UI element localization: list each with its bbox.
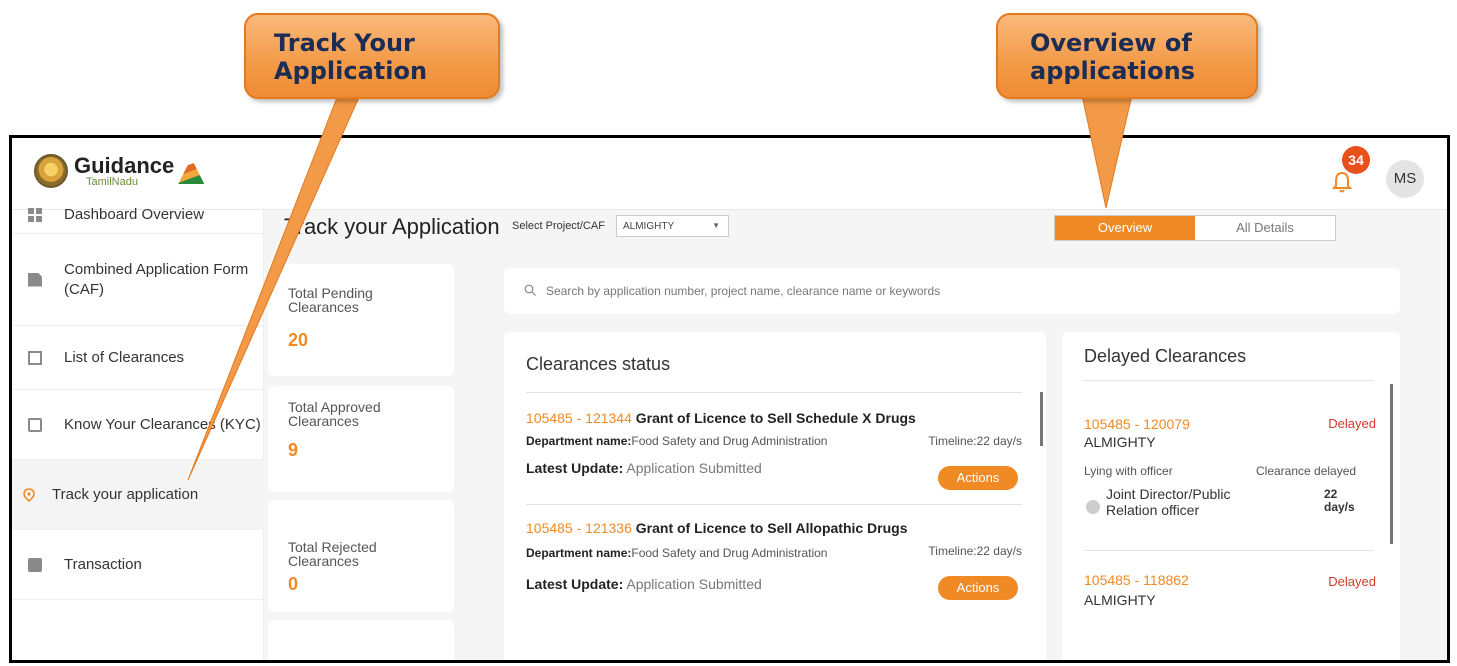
overview-callout-pointer <box>1081 94 1133 209</box>
callout-pointers <box>187 94 1133 481</box>
overview-callout-text: Overview of applications <box>1030 29 1195 85</box>
track-callout: Track Your Application <box>244 13 500 99</box>
overview-callout: Overview of applications <box>996 13 1258 99</box>
track-callout-text: Track Your Application <box>274 29 428 85</box>
track-callout-pointer <box>187 94 361 481</box>
